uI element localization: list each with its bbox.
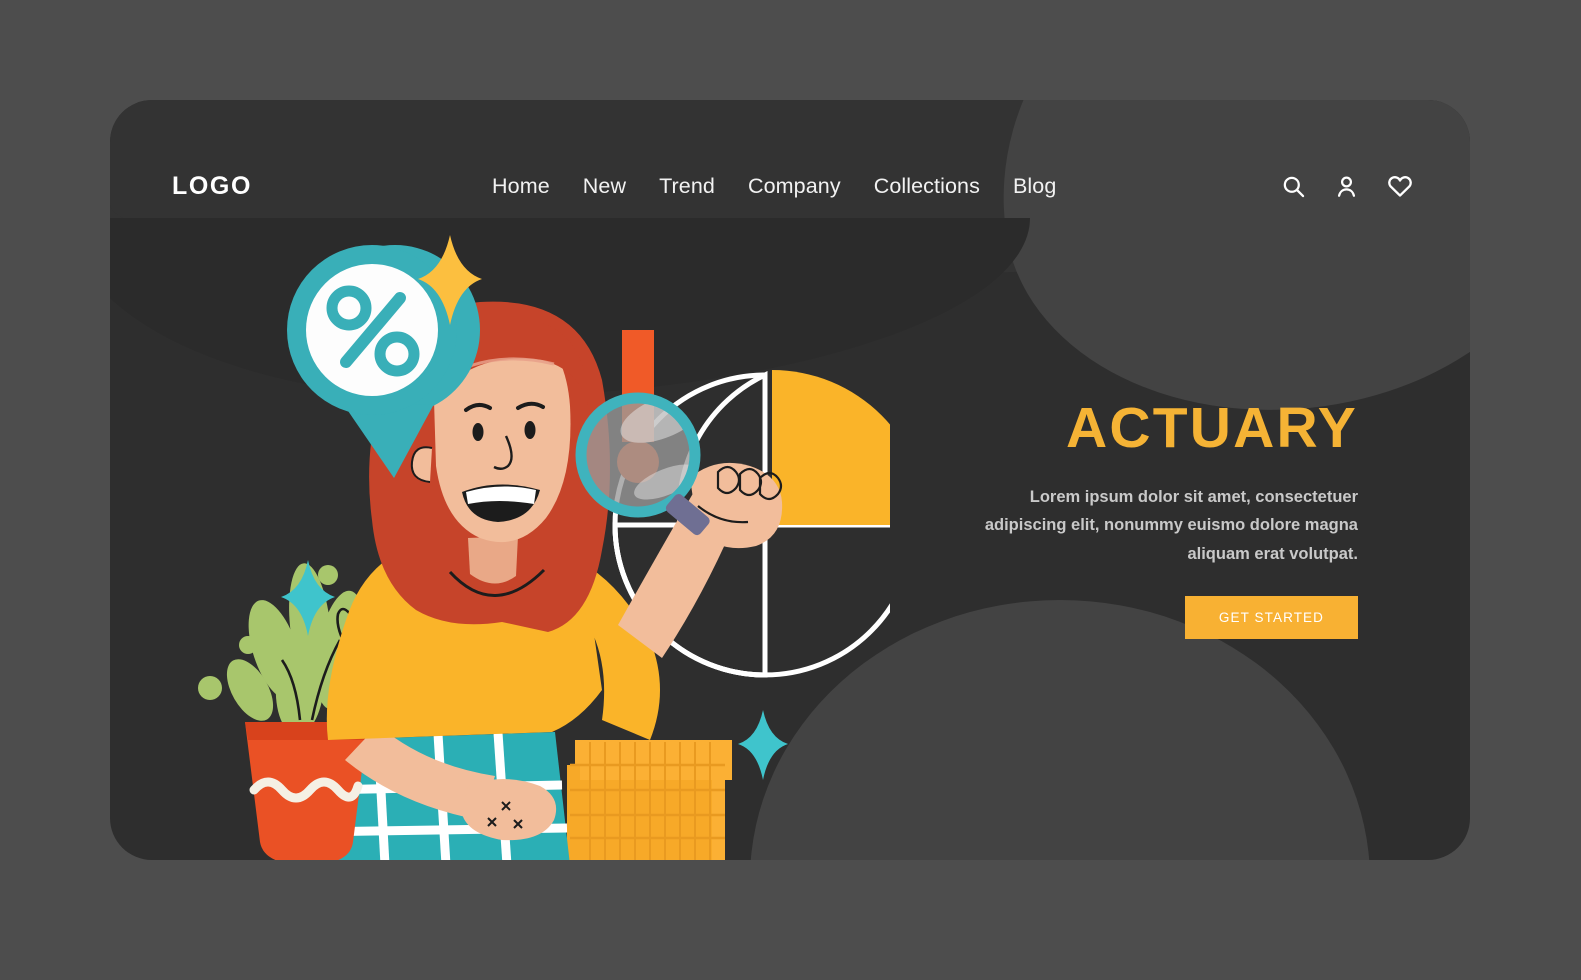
page-root: LOGO Home New Trend Company Collections … — [0, 0, 1581, 980]
nav-item-home[interactable]: Home — [492, 174, 550, 199]
header-icon-group — [1280, 172, 1414, 200]
top-navigation-bar: LOGO Home New Trend Company Collections … — [110, 100, 1470, 272]
hand-right — [690, 462, 783, 549]
nav-item-collections[interactable]: Collections — [874, 174, 980, 199]
actuary-analysis-illustration — [150, 220, 890, 860]
hand-left — [462, 779, 557, 841]
logo[interactable]: LOGO — [172, 172, 252, 201]
hero-text-block: ACTUARY Lorem ipsum dolor sit amet, cons… — [968, 396, 1358, 640]
landing-page-card: LOGO Home New Trend Company Collections … — [110, 100, 1470, 860]
page-title: ACTUARY — [1066, 396, 1358, 460]
user-icon[interactable] — [1333, 173, 1360, 200]
nav-item-trend[interactable]: Trend — [659, 174, 715, 199]
nav-item-company[interactable]: Company — [748, 174, 841, 199]
hero-description: Lorem ipsum dolor sit amet, consectetuer… — [984, 488, 1358, 563]
coin-stack — [567, 740, 732, 860]
search-icon[interactable] — [1280, 173, 1307, 200]
nav-item-blog[interactable]: Blog — [1013, 174, 1056, 199]
heart-icon[interactable] — [1386, 172, 1414, 200]
sparkle-star-teal-right — [738, 710, 788, 780]
get-started-button[interactable]: GET STARTED — [1184, 596, 1358, 640]
main-navigation: Home New Trend Company Collections Blog — [492, 174, 1056, 199]
nav-item-new[interactable]: New — [583, 174, 626, 199]
